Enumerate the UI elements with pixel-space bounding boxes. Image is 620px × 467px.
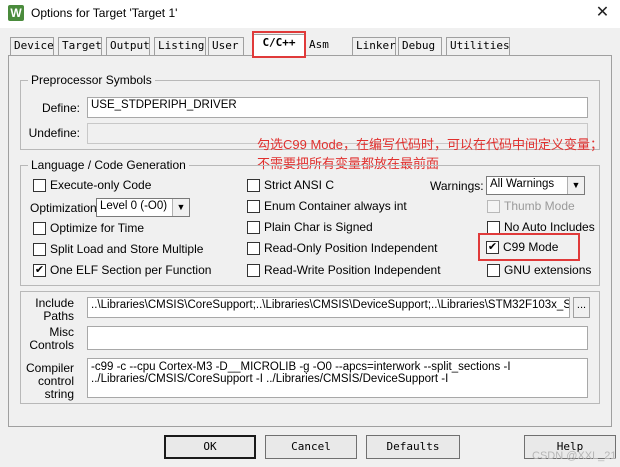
undefine-label: Undefine: <box>28 126 80 140</box>
ro-pi-checkbox[interactable] <box>247 242 260 255</box>
misc-controls-input[interactable] <box>87 326 588 350</box>
annotation-line-1: 勾选C99 Mode，在编写代码时，可以在代码中间定义变量； <box>257 137 603 152</box>
misc-controls-label: Misc Controls <box>29 325 74 352</box>
ok-button[interactable]: OK <box>164 435 256 459</box>
rw-pi-checkbox[interactable] <box>247 264 260 277</box>
include-paths-input[interactable]: ..\Libraries\CMSIS\CoreSupport;..\Librar… <box>87 297 570 318</box>
include-paths-label: Include Paths <box>35 296 74 323</box>
enum-container-checkbox[interactable] <box>247 200 260 213</box>
window-title: Options for Target 'Target 1' <box>31 6 178 20</box>
app-icon: W <box>8 5 24 21</box>
warnings-select[interactable]: All Warnings ▼ <box>486 176 585 195</box>
close-button[interactable]: ✕ <box>585 0 620 28</box>
execute-only-checkbox[interactable] <box>33 179 46 192</box>
optimization-select[interactable]: Level 0 (-O0) ▼ <box>96 198 190 217</box>
gnu-extensions-checkbox[interactable] <box>487 264 500 277</box>
c99-mode-highlight <box>478 233 580 261</box>
ro-pi-label: Read-Only Position Independent <box>264 241 438 255</box>
split-load-checkbox[interactable] <box>33 243 46 256</box>
execute-only-label: Execute-only Code <box>50 178 152 192</box>
chevron-down-icon: ▼ <box>567 177 584 194</box>
compiler-control-string[interactable]: -c99 -c --cpu Cortex-M3 -D__MICROLIB -g … <box>87 358 588 398</box>
no-auto-includes-label: No Auto Includes <box>504 220 595 234</box>
one-elf-label: One ELF Section per Function <box>50 263 212 277</box>
one-elf-checkbox[interactable]: ✔ <box>33 264 46 277</box>
plain-char-checkbox[interactable] <box>247 221 260 234</box>
enum-container-label: Enum Container always int <box>264 199 407 213</box>
thumb-mode-checkbox <box>487 200 500 213</box>
tab-utilities[interactable]: Utilities <box>446 37 510 55</box>
cpp-tab-highlight <box>252 31 306 58</box>
tab-debug[interactable]: Debug <box>398 37 442 55</box>
tab-user[interactable]: User <box>208 37 244 55</box>
cancel-button[interactable]: Cancel <box>265 435 357 459</box>
plain-char-label: Plain Char is Signed <box>264 220 373 234</box>
tab-linker[interactable]: Linker <box>352 37 396 55</box>
tab-device[interactable]: Device <box>10 37 54 55</box>
warnings-value: All Warnings <box>490 178 555 190</box>
strict-ansi-checkbox[interactable] <box>247 179 260 192</box>
define-label: Define: <box>41 101 80 115</box>
optimization-label: Optimization: <box>30 201 101 215</box>
thumb-mode-label: Thumb Mode <box>504 199 575 213</box>
strict-ansi-label: Strict ANSI C <box>264 178 335 192</box>
gnu-extensions-label: GNU extensions <box>504 263 592 277</box>
language-group-title: Language / Code Generation <box>28 158 189 172</box>
tab-output[interactable]: Output <box>106 37 150 55</box>
optimization-value: Level 0 (-O0) <box>100 200 168 212</box>
title-bar: W Options for Target 'Target 1' ✕ <box>0 0 620 28</box>
chevron-down-icon: ▼ <box>172 199 189 216</box>
optimize-time-label: Optimize for Time <box>50 221 145 235</box>
preprocessor-group-title: Preprocessor Symbols <box>28 73 155 87</box>
tab-listing[interactable]: Listing <box>154 37 206 55</box>
rw-pi-label: Read-Write Position Independent <box>264 263 441 277</box>
defaults-button[interactable]: Defaults <box>366 435 460 459</box>
define-input[interactable]: USE_STDPERIPH_DRIVER <box>87 97 588 118</box>
warnings-label: Warnings: <box>430 179 484 193</box>
compiler-control-label: Compiler control string <box>25 361 74 401</box>
watermark-text: CSDN @XXL_21 <box>532 450 617 462</box>
split-load-label: Split Load and Store Multiple <box>50 242 204 256</box>
optimize-time-checkbox[interactable] <box>33 222 46 235</box>
tab-asm[interactable]: Asm <box>306 37 348 55</box>
include-paths-browse-button[interactable]: ... <box>573 297 590 318</box>
tab-target[interactable]: Target <box>58 37 102 55</box>
